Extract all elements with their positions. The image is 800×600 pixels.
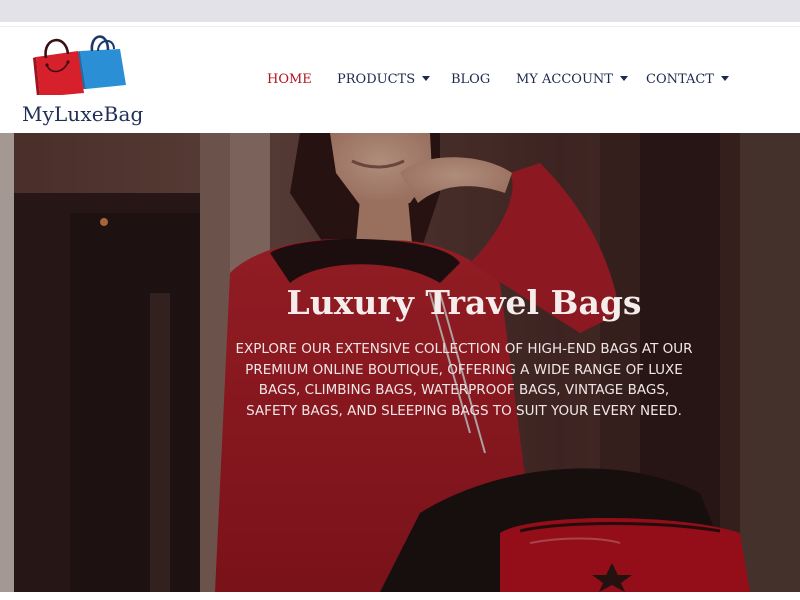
brand-name: MyLuxeBag: [22, 102, 144, 126]
nav-products-label: PRODUCTS: [337, 72, 416, 87]
hero-banner: Luxury Travel Bags EXPLORE OUR EXTENSIVE…: [0, 133, 800, 592]
nav-my-account-label: MY ACCOUNT: [516, 72, 613, 87]
nav-products[interactable]: PRODUCTS: [337, 72, 431, 88]
nav-blog[interactable]: BLOG: [451, 72, 490, 88]
nav-home-label: HOME: [267, 72, 312, 87]
browser-top-strip: [0, 0, 800, 22]
nav-blog-label: BLOG: [451, 72, 491, 87]
shopping-bags-icon: [33, 35, 126, 95]
site-logo[interactable]: MyLuxeBag: [20, 31, 150, 127]
site-header: MyLuxeBag HOME PRODUCTS BLOG MY ACCOUNT …: [0, 27, 800, 133]
nav-home[interactable]: HOME: [267, 72, 312, 88]
hero-title: Luxury Travel Bags: [286, 283, 642, 322]
chevron-down-icon: [422, 76, 431, 81]
chevron-down-icon: [619, 76, 628, 81]
hero-description: EXPLORE OUR EXTENSIVE COLLECTION OF HIGH…: [235, 341, 693, 419]
page-bottom-edge: [0, 592, 800, 600]
nav-contact[interactable]: CONTACT: [646, 72, 729, 88]
nav-contact-label: CONTACT: [646, 72, 714, 87]
nav-my-account[interactable]: MY ACCOUNT: [516, 72, 628, 88]
chevron-down-icon: [720, 76, 729, 81]
